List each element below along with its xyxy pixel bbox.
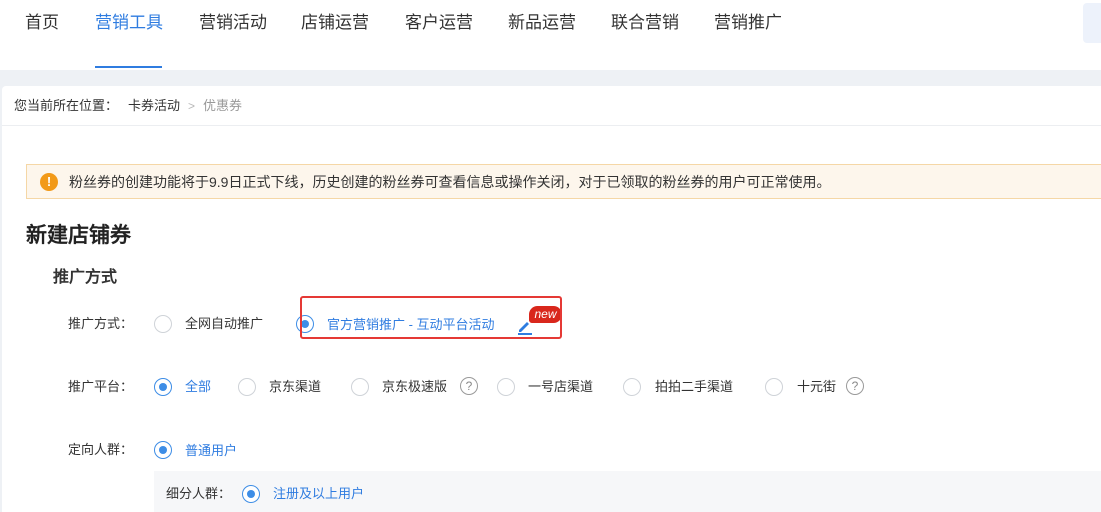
divider	[2, 125, 1101, 126]
platform-label: 推广平台：	[68, 379, 134, 394]
nav-item-joint-marketing[interactable]: 联合营销	[611, 11, 679, 35]
warning-notice: ! 粉丝券的创建功能将于9.9日正式下线，历史创建的粉丝券可查看信息或操作关闭，…	[26, 164, 1101, 199]
breadcrumb-item-card-activities[interactable]: 卡券活动	[128, 98, 180, 113]
option-platform-yhd[interactable]: 一号店渠道	[528, 377, 593, 397]
warning-icon: !	[40, 173, 58, 191]
page-title: 新建店铺券	[26, 224, 131, 247]
option-platform-jd-lite[interactable]: 京东极速版	[382, 377, 447, 397]
nav-item-home[interactable]: 首页	[25, 11, 59, 35]
top-navigation: 首页 营销工具 营销活动 店铺运营 客户运营 新品运营 联合营销 营销推广	[0, 0, 1101, 70]
breadcrumb: 您当前所在位置： 卡券活动 > 优惠券	[14, 96, 242, 116]
highlight-frame	[300, 296, 562, 339]
option-platform-paipai[interactable]: 拍拍二手渠道	[655, 377, 733, 397]
radio-platform-all[interactable]	[154, 378, 172, 396]
search-box[interactable]	[1083, 3, 1101, 43]
option-platform-jd[interactable]: 京东渠道	[269, 377, 321, 397]
nav-item-marketing-tools[interactable]: 营销工具	[95, 11, 163, 35]
option-sub-audience-registered[interactable]: 注册及以上用户	[273, 484, 364, 504]
nav-item-new-product-operations[interactable]: 新品运营	[508, 11, 576, 35]
section-title: 推广方式	[53, 269, 118, 286]
nav-item-customer-operations[interactable]: 客户运营	[405, 11, 473, 35]
breadcrumb-separator-icon: >	[188, 99, 196, 113]
radio-platform-shiyuanjie[interactable]	[765, 378, 783, 396]
radio-auto-promotion[interactable]	[154, 315, 172, 333]
breadcrumb-prefix: 您当前所在位置：	[14, 98, 119, 113]
option-platform-shiyuanjie[interactable]: 十元街	[797, 377, 836, 397]
breadcrumb-item-coupon: 优惠券	[203, 98, 243, 113]
option-audience-normal[interactable]: 普通用户	[185, 441, 237, 461]
radio-audience-normal[interactable]	[154, 441, 172, 459]
sub-audience-label: 细分人群：	[166, 486, 232, 501]
audience-label: 定向人群：	[68, 442, 134, 457]
radio-platform-paipai[interactable]	[623, 378, 641, 396]
radio-platform-yhd[interactable]	[497, 378, 515, 396]
radio-sub-audience-registered[interactable]	[242, 485, 260, 503]
active-tab-indicator	[95, 66, 162, 68]
main-content-card: 您当前所在位置： 卡券活动 > 优惠券 ! 粉丝券的创建功能将于9.9日正式下线，历史…	[2, 86, 1101, 512]
option-auto-promotion[interactable]: 全网自动推广	[185, 314, 263, 334]
radio-platform-jd-lite[interactable]	[351, 378, 369, 396]
option-platform-all[interactable]: 全部	[185, 377, 211, 397]
nav-item-marketing-promotion[interactable]: 营销推广	[714, 11, 782, 35]
notice-text: 粉丝券的创建功能将于9.9日正式下线，历史创建的粉丝券可查看信息或操作关闭，对于…	[69, 174, 831, 190]
help-icon[interactable]: ?	[460, 377, 478, 395]
promotion-method-label: 推广方式：	[68, 316, 134, 331]
radio-platform-jd[interactable]	[238, 378, 256, 396]
nav-item-store-operations[interactable]: 店铺运营	[301, 11, 369, 35]
help-icon[interactable]: ?	[846, 377, 864, 395]
nav-item-marketing-activities[interactable]: 营销活动	[199, 11, 267, 35]
sub-audience-panel: 细分人群： 注册及以上用户	[154, 471, 1101, 512]
